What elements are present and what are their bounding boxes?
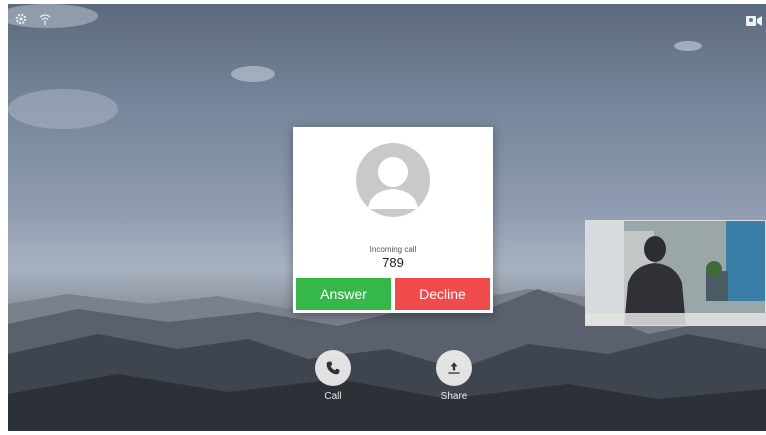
incoming-call-status: Incoming call <box>369 245 417 254</box>
caller-avatar <box>356 143 430 217</box>
share-upload-icon[interactable] <box>436 350 472 386</box>
selfview-icon[interactable] <box>746 14 762 26</box>
incoming-call-dialog: Incoming call 789 Answer Decline <box>293 127 493 313</box>
call-control[interactable]: Call <box>303 350 363 402</box>
selfview-video[interactable] <box>585 220 766 326</box>
share-control[interactable]: Share <box>424 350 484 402</box>
status-icons <box>14 12 52 26</box>
caller-number: 789 <box>382 255 404 270</box>
wireless-icon <box>38 12 52 26</box>
video-screen: Call Share Incoming call 789 Answer Decl… <box>8 4 766 431</box>
settings-icon[interactable] <box>14 12 28 26</box>
call-label: Call <box>324 391 342 402</box>
phone-icon[interactable] <box>315 350 351 386</box>
share-label: Share <box>440 391 468 402</box>
decline-button[interactable]: Decline <box>395 278 490 310</box>
answer-button[interactable]: Answer <box>296 278 391 310</box>
